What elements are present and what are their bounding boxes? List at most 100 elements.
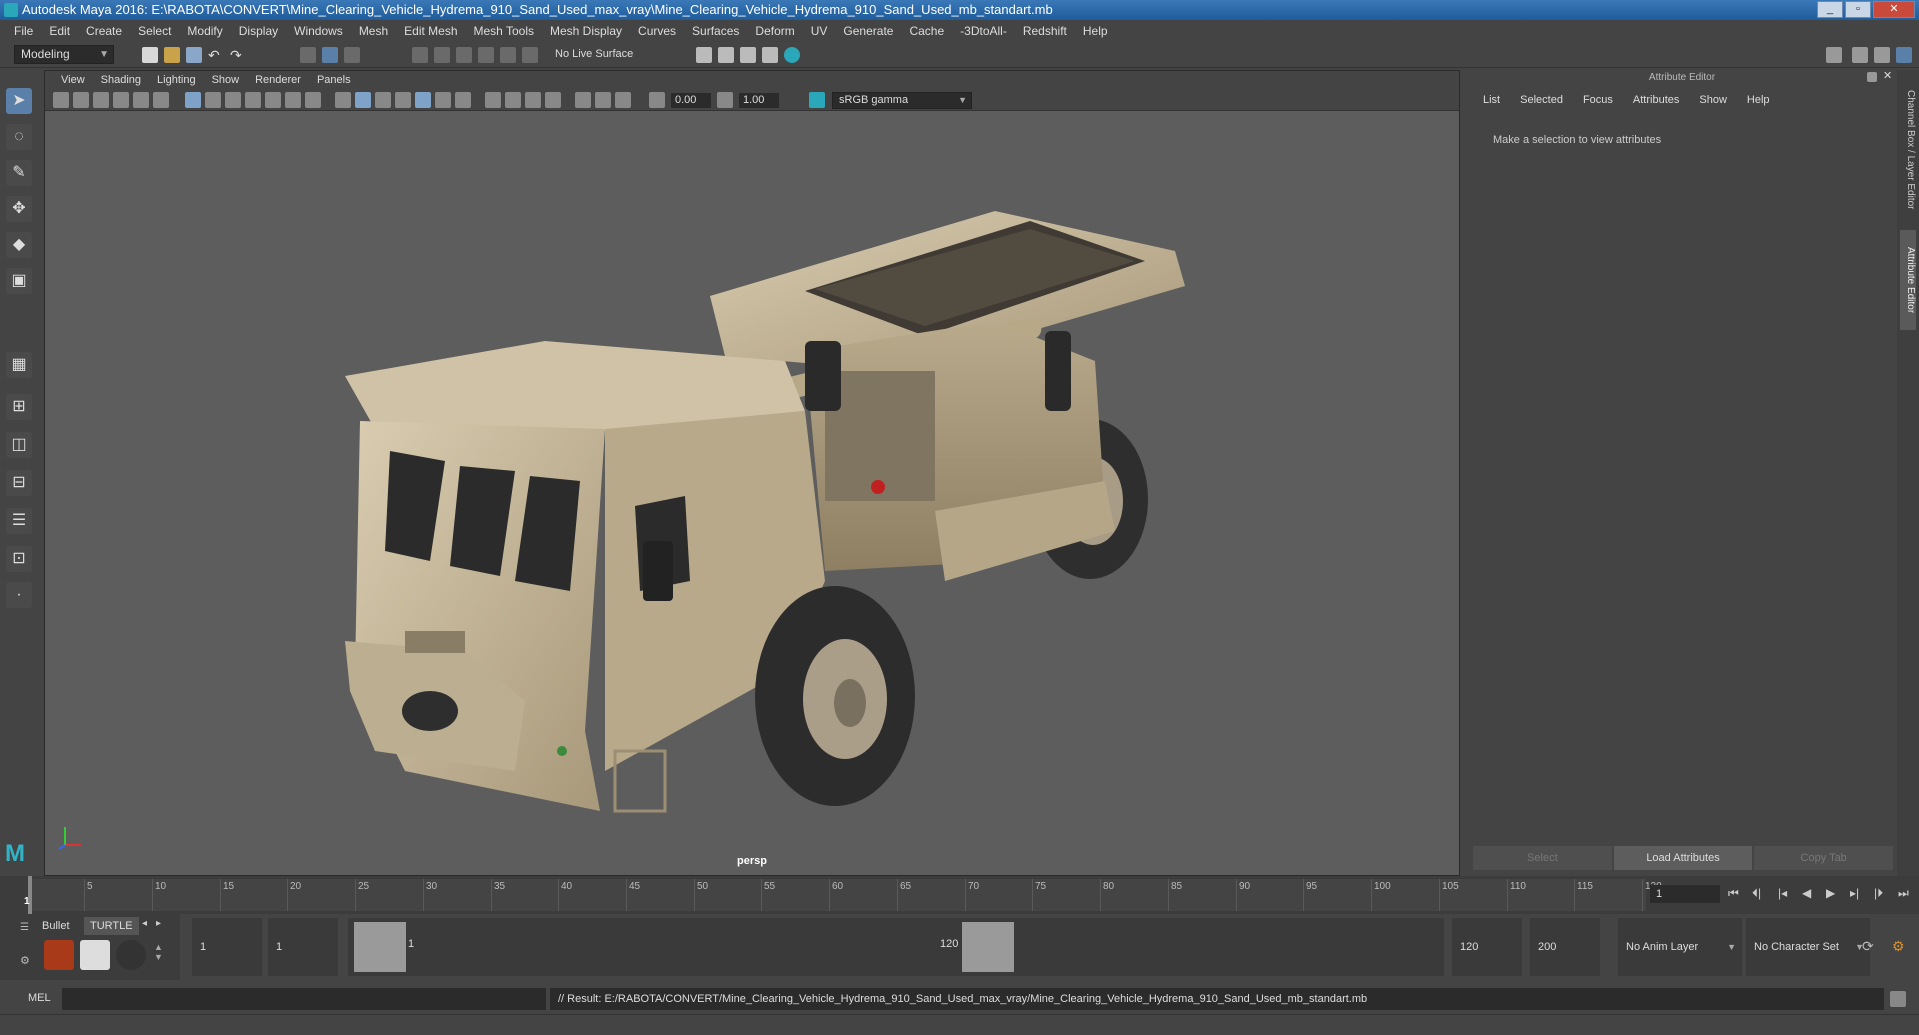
go-to-start-icon[interactable]: ⏮ (1728, 886, 1739, 901)
gamma-icon[interactable] (717, 92, 733, 108)
playback-start-field[interactable]: 1 (268, 918, 338, 976)
menu-mesh-tools[interactable]: Mesh Tools (466, 24, 542, 38)
xray-icon[interactable] (575, 92, 591, 108)
four-view-layout-icon[interactable]: ⊞ (6, 394, 32, 420)
textured-icon[interactable] (395, 92, 411, 108)
viewport-menu-renderer[interactable]: Renderer (247, 74, 309, 86)
step-forward-key-icon[interactable]: ▸| (1850, 886, 1859, 900)
close-button[interactable]: ✕ (1873, 1, 1915, 18)
shadows-icon[interactable] (435, 92, 451, 108)
menu-curves[interactable]: Curves (630, 24, 684, 38)
shelf-tab-bullet[interactable]: Bullet (36, 917, 76, 935)
menu-generate[interactable]: Generate (835, 24, 901, 38)
close-panel-icon[interactable]: ✕ (1883, 70, 1895, 82)
save-scene-icon[interactable] (186, 47, 202, 63)
step-back-icon[interactable]: ⏴| (1752, 886, 1761, 901)
field-chart-icon[interactable] (265, 92, 281, 108)
color-management-icon[interactable] (809, 92, 825, 108)
smooth-shade-icon[interactable] (355, 92, 371, 108)
ae-copy-tab-button[interactable]: Copy Tab (1754, 846, 1894, 870)
image-plane-icon[interactable] (113, 92, 129, 108)
2d-pan-zoom-icon[interactable] (133, 92, 149, 108)
menu-help[interactable]: Help (1075, 24, 1116, 38)
safe-action-icon[interactable] (285, 92, 301, 108)
wireframe-icon[interactable] (335, 92, 351, 108)
ae-menu-show[interactable]: Show (1689, 94, 1737, 106)
resolution-gate-icon[interactable] (225, 92, 241, 108)
ae-menu-attributes[interactable]: Attributes (1623, 94, 1689, 106)
more-layouts-icon[interactable]: · (6, 582, 32, 608)
script-editor-icon[interactable] (1890, 991, 1906, 1007)
snap-grid-icon[interactable] (412, 47, 428, 63)
current-frame-field[interactable]: 1 (1650, 885, 1720, 903)
outliner-layout-icon[interactable]: ☰ (6, 508, 32, 534)
animation-start-field[interactable]: 1 (192, 918, 262, 976)
play-backwards-icon[interactable]: ◀ (1802, 886, 1811, 900)
step-back-key-icon[interactable]: |◂ (1778, 886, 1787, 900)
exposure-field[interactable]: 0.00 (671, 93, 711, 108)
shelf-scroll-icon[interactable]: ▲ ▼ (154, 942, 166, 972)
multisample-aa-icon[interactable] (505, 92, 521, 108)
animation-prefs-icon[interactable]: ⚙ (1892, 938, 1908, 954)
select-tool-icon[interactable]: ➤ (6, 88, 32, 114)
maximize-button[interactable]: ▫ (1845, 1, 1871, 18)
safe-title-icon[interactable] (305, 92, 321, 108)
menu-file[interactable]: File (6, 24, 41, 38)
vehicle-model[interactable] (45, 111, 1459, 851)
snap-curve-icon[interactable] (434, 47, 450, 63)
grease-pencil-icon[interactable] (153, 92, 169, 108)
persp-graph-layout-icon[interactable]: ⊟ (6, 470, 32, 496)
snap-magnet-icon[interactable] (522, 47, 538, 63)
shelf-settings-icon[interactable]: ⚙ (20, 954, 32, 967)
viewport-menu-view[interactable]: View (53, 74, 93, 86)
grid-icon[interactable] (185, 92, 201, 108)
camera-select-icon[interactable] (53, 92, 69, 108)
view-transform-select[interactable]: sRGB gamma ▼ (832, 92, 972, 109)
menu-modify[interactable]: Modify (179, 24, 230, 38)
scale-tool-icon[interactable]: ▣ (6, 268, 32, 294)
single-view-layout-icon[interactable]: ▦ (6, 352, 32, 378)
ae-load-attributes-button[interactable]: Load Attributes (1613, 846, 1753, 870)
ae-menu-help[interactable]: Help (1737, 94, 1780, 106)
isolate-select-icon[interactable] (545, 92, 561, 108)
exposure-icon[interactable] (649, 92, 665, 108)
snap-point-icon[interactable] (456, 47, 472, 63)
tool-settings-icon[interactable] (1874, 47, 1890, 63)
snap-view-icon[interactable] (478, 47, 494, 63)
character-set-select[interactable]: No Character Set ▼ (1746, 918, 1870, 976)
motion-blur-icon[interactable] (485, 92, 501, 108)
hypershade-icon[interactable] (784, 47, 800, 63)
render-view-icon[interactable] (696, 47, 712, 63)
gamma-field[interactable]: 1.00 (739, 93, 779, 108)
shelf-tab-turtle[interactable]: TURTLE (84, 917, 139, 935)
use-all-lights-icon[interactable] (415, 92, 431, 108)
camera-attributes-icon[interactable] (73, 92, 89, 108)
modeling-toolkit-icon[interactable] (1826, 47, 1842, 63)
xray-joints-icon[interactable] (615, 92, 631, 108)
menu-create[interactable]: Create (78, 24, 130, 38)
mode-selector[interactable]: Modeling ▼ (14, 45, 114, 64)
render-settings-icon[interactable] (762, 47, 778, 63)
side-by-side-layout-icon[interactable]: ◫ (6, 432, 32, 458)
menu-display[interactable]: Display (231, 24, 286, 38)
turtle-render-icon[interactable] (44, 940, 74, 970)
ambient-occlusion-icon[interactable] (455, 92, 471, 108)
tab-attribute-editor[interactable]: Attribute Editor (1900, 230, 1916, 330)
attribute-editor-toggle-icon[interactable] (1852, 47, 1868, 63)
current-time-marker[interactable] (28, 876, 32, 914)
channel-box-toggle-icon[interactable] (1896, 47, 1912, 63)
menu-mesh-display[interactable]: Mesh Display (542, 24, 630, 38)
range-bar[interactable]: 1 120 (348, 918, 1444, 976)
menu-redshift[interactable]: Redshift (1015, 24, 1075, 38)
shelf-scroll-right-icon[interactable]: ▸ (156, 918, 172, 934)
menu-mesh[interactable]: Mesh (351, 24, 396, 38)
paint-select-icon[interactable]: ✎ (6, 160, 32, 186)
ae-select-button[interactable]: Select (1473, 846, 1612, 870)
go-to-end-icon[interactable]: ⏭ (1898, 886, 1909, 901)
viewport-menu-shading[interactable]: Shading (93, 74, 149, 86)
auto-key-icon[interactable]: ⟳ (1862, 938, 1878, 954)
depth-of-field-icon[interactable] (525, 92, 541, 108)
range-end-handle[interactable] (962, 922, 1014, 972)
move-tool-icon[interactable]: ✥ (6, 196, 32, 222)
snap-surface-icon[interactable] (500, 47, 516, 63)
